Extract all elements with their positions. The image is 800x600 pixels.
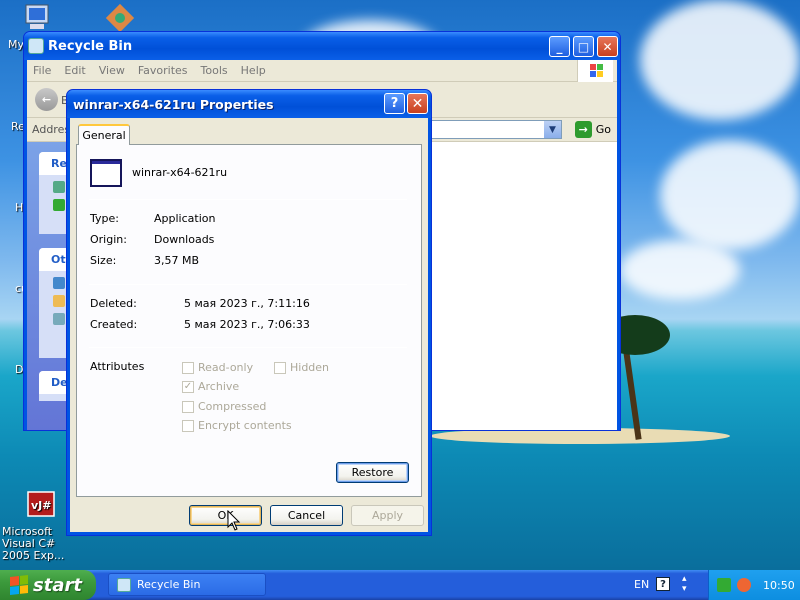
menu-tools[interactable]: Tools (201, 64, 228, 77)
compressed-label: Compressed (198, 400, 267, 413)
taskbar-item-label: Recycle Bin (137, 578, 201, 591)
back-button[interactable]: ← (35, 88, 58, 111)
go-button[interactable]: → Go (574, 121, 611, 138)
created-label: Created: (90, 318, 138, 331)
taskbar: start Recycle Bin EN ? ▴ ▾ 10:50 (0, 570, 800, 600)
start-button[interactable]: start (0, 570, 96, 600)
tab-general[interactable]: General (78, 124, 130, 145)
recycle-bin-titlebar[interactable]: Recycle Bin (24, 32, 620, 60)
recycle-bin-icon (28, 38, 44, 54)
start-label: start (33, 574, 82, 596)
taskbar-item-recycle-bin[interactable]: Recycle Bin (108, 573, 266, 596)
checkbox-box (182, 361, 194, 374)
desktop-icon[interactable] (53, 277, 65, 289)
archive-checkbox[interactable]: ✓ Archive (182, 380, 239, 393)
compressed-checkbox[interactable]: Compressed (182, 400, 266, 413)
empty-bin-icon[interactable] (53, 181, 65, 193)
file-name: winrar-x64-621ru (132, 166, 228, 179)
menu-view[interactable]: View (99, 64, 125, 77)
deleted-label: Deleted: (90, 297, 137, 310)
go-arrow-icon: → (574, 121, 592, 138)
menu-edit[interactable]: Edit (64, 64, 85, 77)
chevron-down-icon[interactable]: ▼ (544, 121, 561, 138)
apply-button[interactable]: Apply (351, 505, 424, 526)
network-icon[interactable] (717, 578, 731, 592)
svg-text:vJ#: vJ# (31, 499, 51, 512)
windows-logo-icon (577, 60, 613, 82)
checkmark-icon: ✓ (182, 380, 194, 393)
ok-button[interactable]: OK (189, 505, 262, 526)
attributes-label: Attributes (90, 360, 145, 373)
language-indicator[interactable]: EN (634, 578, 649, 591)
search-icon[interactable] (737, 578, 751, 592)
separator (89, 284, 407, 285)
cloud (640, 0, 800, 120)
checkbox-box (274, 361, 286, 374)
application-file-icon (90, 159, 122, 187)
hidden-label: Hidden (290, 361, 330, 374)
menubar: File Edit View Favorites Tools Help (27, 60, 617, 82)
menu-file[interactable]: File (33, 64, 51, 77)
recycle-bin-icon (117, 577, 131, 592)
restore-icon[interactable] (53, 199, 65, 211)
help-button[interactable]: ? (384, 93, 405, 114)
origin-value: Downloads (154, 233, 215, 246)
general-tab-panel: winrar-x64-621ru Type: Application Origi… (76, 144, 422, 497)
mouse-cursor-icon (227, 510, 241, 531)
archive-label: Archive (198, 380, 240, 393)
dialog-body: General winrar-x64-621ru Type: Applicati… (70, 118, 428, 532)
readonly-label: Read-only (198, 361, 254, 374)
clock[interactable]: 10:50 (763, 579, 795, 592)
origin-label: Origin: (90, 233, 127, 246)
maximize-button[interactable]: □ (573, 36, 594, 57)
desktop-icon-label: My (8, 38, 25, 51)
menu-help[interactable]: Help (241, 64, 266, 77)
readonly-checkbox[interactable]: Read-only (182, 361, 253, 374)
window-title: Recycle Bin (48, 38, 133, 54)
separator (89, 347, 407, 348)
cancel-button[interactable]: Cancel (270, 505, 343, 526)
type-label: Type: (90, 212, 119, 225)
system-tray: 10:50 (708, 570, 800, 600)
folder-icon[interactable] (53, 295, 65, 307)
encrypt-checkbox[interactable]: Encrypt contents (182, 419, 292, 432)
size-label: Size: (90, 254, 117, 267)
dialog-titlebar[interactable]: winrar-x64-621ru Properties (67, 90, 431, 118)
address-label: Addres (32, 123, 71, 136)
windows-flag-icon (10, 575, 28, 595)
minimize-button[interactable]: _ (549, 36, 570, 57)
language-bar-arrows-icon[interactable]: ▴ ▾ (682, 574, 687, 594)
language-help-icon[interactable]: ? (656, 577, 670, 591)
encrypt-label: Encrypt contents (198, 419, 292, 432)
created-value: 5 мая 2023 г., 7:06:33 (184, 318, 310, 331)
tools-icon (104, 2, 136, 34)
restore-button[interactable]: Restore (336, 462, 409, 483)
cloud (660, 140, 800, 250)
separator (89, 199, 407, 200)
deleted-value: 5 мая 2023 г., 7:11:16 (184, 297, 310, 310)
properties-dialog: winrar-x64-621ru Properties ? ✕ General … (66, 89, 432, 536)
cloud (620, 240, 740, 300)
my-computer-small-icon[interactable] (53, 313, 65, 325)
type-value: Application (154, 212, 216, 225)
checkbox-box (182, 400, 194, 413)
dialog-title: winrar-x64-621ru Properties (73, 96, 274, 112)
hidden-checkbox[interactable]: Hidden (274, 361, 329, 374)
size-value: 3,57 MB (154, 254, 200, 267)
checkbox-box (182, 419, 194, 432)
menu-favorites[interactable]: Favorites (138, 64, 188, 77)
go-label: Go (595, 123, 611, 136)
my-computer-icon (22, 2, 54, 34)
visual-csharp-icon: vJ# (26, 490, 58, 522)
close-button[interactable]: ✕ (597, 36, 618, 57)
desktop-icon-label: Microsoft Visual C# 2005 Exp... (2, 525, 65, 562)
desktop-icon-visual-csharp[interactable]: vJ# Microsoft Visual C# 2005 Exp... (2, 490, 76, 562)
dialog-close-button[interactable]: ✕ (407, 93, 428, 114)
